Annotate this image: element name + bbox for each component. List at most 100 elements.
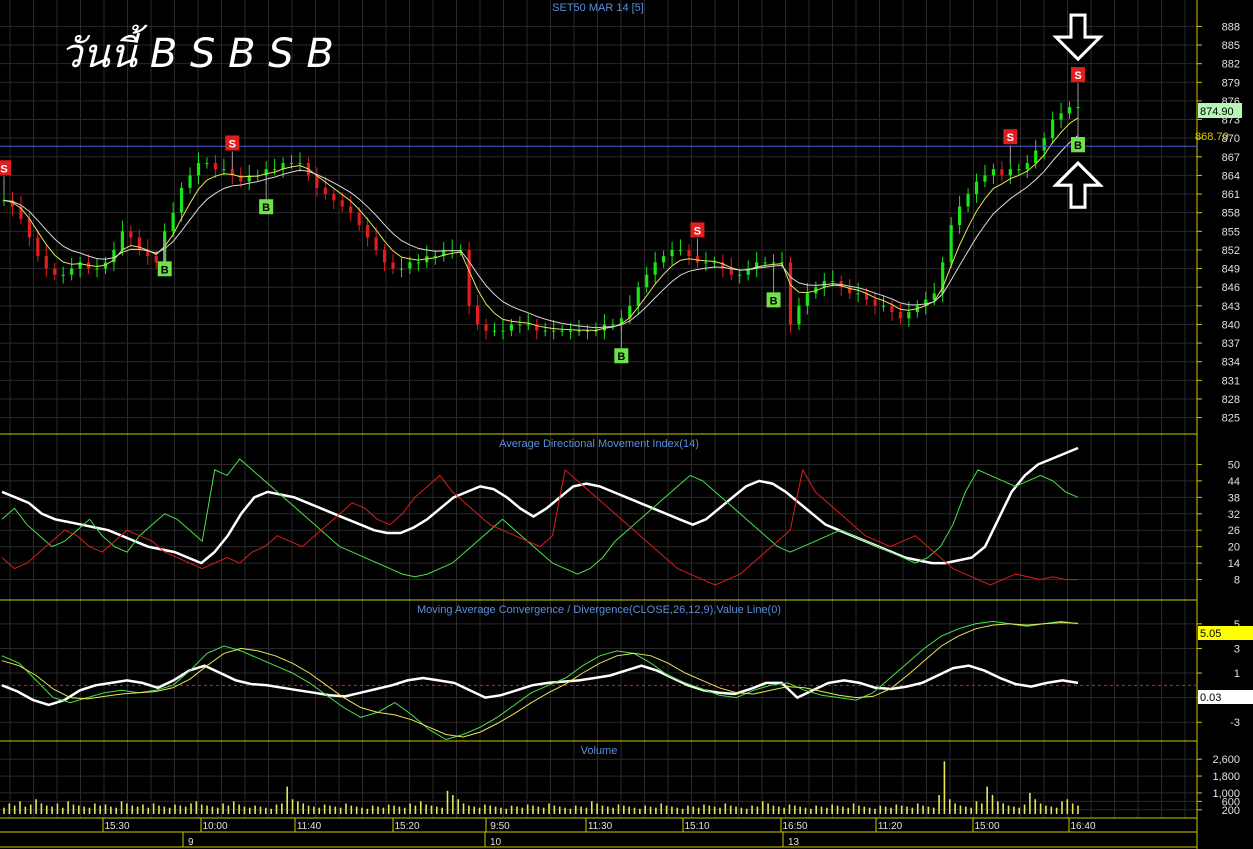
volume-bar: [548, 803, 550, 814]
time-label: 15:10: [684, 821, 709, 832]
volume-bar: [152, 803, 155, 814]
volume-bar: [569, 808, 572, 814]
volume-bar: [500, 807, 502, 814]
volume-bar: [516, 806, 518, 814]
volume-bar: [713, 806, 716, 814]
volume-bar: [19, 801, 21, 814]
volume-bar: [783, 807, 785, 814]
volume-bar: [954, 803, 956, 814]
axis-tick-label: 882: [1222, 59, 1240, 71]
axis-tick-label: 864: [1222, 170, 1240, 182]
volume-bar: [414, 805, 417, 814]
volume-bar: [345, 803, 347, 814]
candle-body: [484, 324, 488, 331]
candle-body: [509, 324, 514, 331]
price-panel-title: SET50 MAR 14 [5]: [552, 2, 644, 14]
candle-body: [416, 262, 420, 264]
volume-bar: [997, 801, 999, 814]
candle-body: [374, 237, 378, 250]
candle-body: [518, 324, 522, 326]
volume-bar: [430, 805, 433, 814]
candle-body: [1017, 169, 1021, 171]
axis-tick-label: 20: [1228, 542, 1240, 554]
candle-body: [873, 299, 877, 306]
signal-label: B: [617, 351, 625, 363]
axis-tick-label: 879: [1222, 77, 1240, 89]
volume-bar: [868, 807, 871, 814]
volume-bar: [927, 806, 930, 814]
time-label: 11:20: [878, 821, 903, 832]
axis-tick-label: 843: [1222, 301, 1240, 313]
candle-body: [120, 231, 124, 250]
signal-label: B: [770, 295, 778, 307]
volume-bar: [521, 807, 524, 814]
axis-tick-label: 200: [1222, 805, 1240, 817]
volume-bar: [468, 805, 470, 814]
candle-body: [805, 293, 809, 306]
volume-bar: [291, 799, 294, 814]
volume-bar: [804, 807, 807, 814]
volume-bar: [409, 803, 411, 814]
candle-body: [1076, 107, 1080, 109]
volume-bar: [505, 808, 508, 814]
candle-body: [349, 206, 353, 213]
volume-bar: [270, 808, 272, 814]
volume-bar: [1034, 799, 1037, 814]
volume-bar: [40, 803, 43, 814]
axis-tick-label: 8: [1234, 575, 1240, 587]
volume-bar: [788, 804, 791, 814]
volume-bar: [200, 804, 203, 814]
volume-bar: [452, 795, 454, 814]
axis-tick-label: 861: [1222, 189, 1240, 201]
volume-bar: [975, 801, 978, 814]
candle-body: [205, 163, 209, 165]
volume-bar: [810, 808, 812, 814]
volume-bar: [446, 790, 449, 814]
candle-body: [1034, 150, 1038, 164]
volume-bar: [794, 805, 796, 814]
candle-body: [196, 163, 201, 176]
volume-bar: [88, 807, 91, 814]
candle-body: [678, 249, 683, 251]
volume-bar: [948, 799, 951, 814]
volume-bar: [206, 805, 208, 814]
candle-body: [797, 305, 801, 325]
volume-bar: [361, 807, 363, 814]
volume-bar: [799, 806, 801, 814]
volume-bar: [558, 806, 561, 814]
axis-tick-label: 26: [1228, 525, 1240, 537]
volume-bar: [831, 804, 834, 814]
macd-value: 0.03: [1200, 692, 1221, 704]
volume-bar: [174, 804, 176, 814]
volume-bar: [67, 801, 69, 814]
volume-bar: [639, 808, 641, 814]
candle-body: [695, 256, 700, 263]
volume-bar: [99, 805, 101, 814]
candle-body: [323, 187, 327, 195]
candle-body: [949, 225, 953, 263]
volume-bar: [8, 803, 11, 814]
volume-bar: [323, 804, 326, 814]
volume-bar: [655, 807, 657, 814]
volume-bar: [703, 804, 705, 814]
volume-bar: [692, 806, 695, 814]
signal-label: S: [1074, 70, 1081, 82]
time-label: 15:30: [104, 821, 129, 832]
axis-tick-label: 825: [1222, 413, 1240, 425]
candle-body: [171, 212, 175, 232]
volume-bar: [35, 799, 37, 814]
candle-body: [315, 175, 319, 188]
volume-bar: [932, 807, 935, 814]
volume-bar: [478, 807, 481, 814]
candle-body: [636, 287, 640, 306]
candle-body: [273, 169, 277, 171]
volume-bar: [842, 806, 844, 814]
volume-bar: [911, 807, 914, 814]
volume-bar: [724, 803, 727, 814]
time-label: 15:20: [394, 821, 419, 832]
signal-label: S: [694, 225, 701, 237]
volume-panel-title: Volume: [581, 745, 618, 757]
volume-bar: [24, 806, 27, 814]
volume-bar: [78, 805, 80, 814]
volume-bar: [265, 807, 267, 814]
